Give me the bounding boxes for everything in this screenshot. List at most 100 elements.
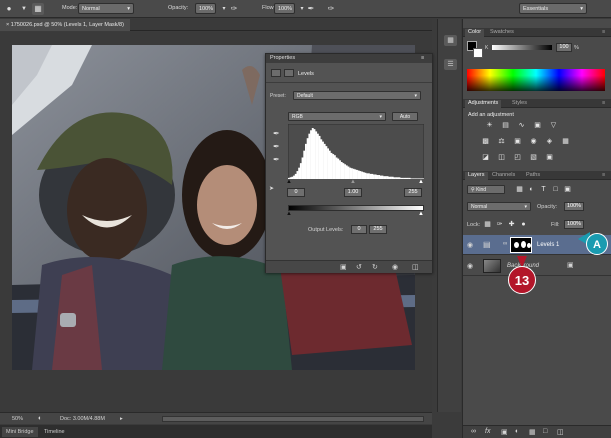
k-slider[interactable]: [492, 45, 552, 50]
color-lookup-icon[interactable]: ▦: [561, 137, 570, 146]
tab-styles[interactable]: Styles: [509, 100, 530, 106]
status-menu-icon[interactable]: ▸: [120, 416, 123, 422]
pressure-opacity-icon[interactable]: ✑: [228, 3, 240, 15]
k-value-field[interactable]: 100: [556, 43, 572, 52]
tab-adjustments[interactable]: Adjustments: [465, 100, 502, 108]
input-gray-field[interactable]: 1.00: [344, 188, 362, 197]
link-layers-icon[interactable]: ∞: [471, 428, 476, 435]
layer-row-background[interactable]: ◉ Background ▣: [463, 256, 611, 276]
new-adjustment-icon[interactable]: ◐: [515, 428, 519, 435]
tab-paths[interactable]: Paths: [523, 172, 543, 178]
eye-icon[interactable]: ◉: [467, 241, 473, 249]
color-spectrum[interactable]: [467, 69, 605, 91]
panel-menu-icon[interactable]: ≡: [421, 55, 424, 61]
doc-size[interactable]: Doc: 3.00M/4.88M: [60, 416, 105, 422]
tab-layers[interactable]: Layers: [465, 172, 488, 180]
document-tab[interactable]: × 1750026.psd @ 50% (Levels 1, Layer Mas…: [0, 19, 130, 31]
filter-shape-icon[interactable]: □: [551, 185, 560, 194]
properties-icon[interactable]: ☰: [444, 59, 457, 70]
brightness-icon[interactable]: ☀: [485, 121, 494, 130]
airbrush-icon[interactable]: ✒: [305, 3, 317, 15]
photo-filter-icon[interactable]: ◉: [529, 137, 538, 146]
posterize-icon[interactable]: ◫: [497, 153, 506, 162]
threshold-icon[interactable]: ◰: [513, 153, 522, 162]
black-eyedropper-icon[interactable]: ✒: [273, 129, 280, 138]
exposure-icon[interactable]: ▣: [533, 121, 542, 130]
gray-eyedropper-icon[interactable]: ✒: [273, 142, 280, 151]
lock-pixels-icon[interactable]: ✑: [495, 220, 504, 229]
eye-icon[interactable]: ◉: [467, 262, 473, 270]
output-black-field[interactable]: 0: [351, 225, 367, 234]
filter-adjustment-icon[interactable]: ◐: [527, 185, 536, 194]
output-white-field[interactable]: 255: [369, 225, 387, 234]
black-white-icon[interactable]: ▣: [513, 137, 522, 146]
layer-opacity-field[interactable]: 100%: [564, 202, 584, 211]
tab-channels[interactable]: Channels: [489, 172, 518, 178]
layer-filter-select[interactable]: ⚲ Kind: [467, 185, 505, 194]
brush-preset-icon[interactable]: ▼: [18, 3, 30, 15]
trash-icon[interactable]: ◫: [412, 263, 419, 271]
selective-color-icon[interactable]: ▣: [545, 153, 554, 162]
tab-mini-bridge[interactable]: Mini Bridge: [2, 427, 38, 437]
lock-all-icon[interactable]: ●: [519, 220, 528, 229]
add-mask-icon[interactable]: ▣: [501, 428, 508, 436]
chain-link-icon[interactable]: ∞: [503, 241, 507, 247]
close-tab-icon[interactable]: ×: [6, 22, 9, 28]
filter-smart-object-icon[interactable]: ▣: [563, 185, 572, 194]
levels-icon[interactable]: ▤: [501, 121, 510, 130]
white-point-slider[interactable]: ▲: [418, 179, 424, 185]
history-icon[interactable]: ▦: [444, 35, 457, 46]
midtone-slider[interactable]: ▲: [350, 179, 356, 185]
vibrance-icon[interactable]: ▽: [549, 121, 558, 130]
new-group-icon[interactable]: ▦: [529, 428, 536, 436]
opacity-field[interactable]: 100%: [195, 3, 216, 14]
input-black-field[interactable]: 0: [287, 188, 305, 197]
properties-tab[interactable]: Properties: [270, 55, 295, 61]
channel-mixer-icon[interactable]: ◈: [545, 137, 554, 146]
flow-field[interactable]: 100%: [274, 3, 295, 14]
view-previous-icon[interactable]: ↺: [356, 263, 362, 271]
layer-name[interactable]: Levels 1: [537, 242, 559, 248]
lock-transparent-icon[interactable]: ▦: [483, 220, 492, 229]
blend-mode-select[interactable]: Normal ▾: [467, 202, 531, 211]
new-layer-icon[interactable]: □: [543, 428, 547, 435]
hue-saturation-icon[interactable]: ▩: [481, 137, 490, 146]
color-balance-icon[interactable]: ⚖: [497, 137, 506, 146]
visibility-icon[interactable]: ◉: [392, 263, 398, 271]
horizontal-scrollbar[interactable]: [162, 416, 424, 422]
targeted-adjust-icon[interactable]: ➤: [269, 185, 274, 192]
reset-icon[interactable]: ↻: [372, 263, 378, 271]
tab-timeline[interactable]: Timeline: [40, 427, 69, 437]
delete-layer-icon[interactable]: ◫: [557, 428, 564, 436]
input-slider-track[interactable]: ▲ ▲ ▲: [286, 179, 426, 185]
background-color-swatch[interactable]: [473, 48, 483, 58]
white-eyedropper-icon[interactable]: ✒: [273, 155, 280, 164]
gradient-map-icon[interactable]: ▧: [529, 153, 538, 162]
brush-tool-icon[interactable]: ●: [3, 3, 15, 15]
layer-mask-icon[interactable]: [284, 69, 294, 77]
lock-position-icon[interactable]: ✚: [507, 220, 516, 229]
zoom-level[interactable]: 50%: [12, 416, 23, 422]
fill-field[interactable]: 100%: [564, 220, 584, 229]
panel-menu-icon[interactable]: ≡: [599, 172, 608, 178]
auto-button[interactable]: Auto: [392, 112, 418, 121]
panel-menu-icon[interactable]: ≡: [599, 100, 608, 106]
invert-icon[interactable]: ◪: [481, 153, 490, 162]
layer-mask-thumbnail[interactable]: [510, 237, 532, 253]
output-white-slider[interactable]: ▲: [418, 211, 424, 217]
tab-swatches[interactable]: Swatches: [487, 29, 517, 35]
preset-select[interactable]: Default ▾: [293, 91, 421, 100]
tab-color[interactable]: Color: [465, 29, 485, 37]
filter-type-icon[interactable]: T: [539, 185, 548, 194]
pressure-size-icon[interactable]: ✑: [325, 3, 337, 15]
panel-menu-icon[interactable]: ≡: [599, 29, 608, 35]
input-white-field[interactable]: 255: [404, 188, 422, 197]
status-info-icon[interactable]: ◐: [38, 415, 42, 422]
black-point-slider[interactable]: ▲: [286, 179, 292, 185]
mode-select[interactable]: Normal ▾: [78, 3, 134, 14]
workspace-select[interactable]: Essentials ▾: [519, 3, 587, 14]
channel-select[interactable]: RGB ▾: [288, 112, 386, 121]
brush-panel-icon[interactable]: ▦: [32, 3, 44, 15]
fx-icon[interactable]: fx: [485, 428, 490, 435]
clip-to-layer-icon[interactable]: ▣: [340, 263, 347, 271]
